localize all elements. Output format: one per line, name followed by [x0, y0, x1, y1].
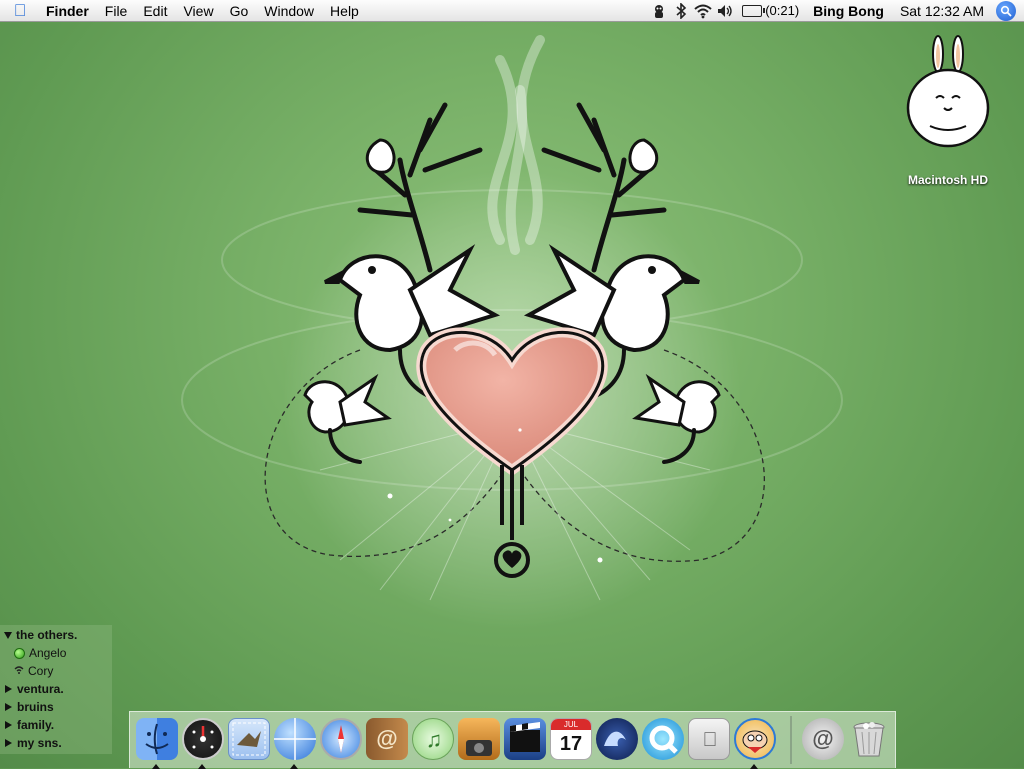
family-guy-running-indicator — [750, 764, 758, 769]
adium-duck-icon[interactable] — [648, 0, 670, 22]
group-label: the others. — [16, 628, 78, 642]
bluetooth-icon[interactable] — [670, 0, 692, 22]
group-label: my sns. — [17, 736, 62, 750]
network-globe-icon[interactable] — [274, 718, 316, 760]
spotlight-icon[interactable] — [996, 0, 1016, 21]
at-sign-icon: @ — [376, 726, 398, 751]
apple-menu-icon[interactable]:  — [0, 1, 40, 21]
macintosh-hd-label: Macintosh HD — [907, 173, 988, 187]
group-label: bruins — [17, 700, 54, 714]
menu-view[interactable]: View — [175, 0, 221, 22]
at-sign-icon: @ — [812, 726, 834, 751]
battery-status[interactable]: (0:21) — [736, 3, 805, 18]
imovie-icon[interactable] — [504, 718, 546, 760]
disclosure-closed-icon[interactable] — [5, 739, 12, 747]
disclosure-open-icon[interactable] — [4, 631, 12, 639]
quicktime-icon[interactable] — [642, 718, 684, 760]
available-status-icon — [14, 647, 25, 659]
menu-bar:  Finder File Edit View Go Window Help (… — [0, 0, 1024, 22]
mail-icon[interactable] — [228, 718, 270, 760]
apple-logo-icon:  — [689, 719, 731, 761]
buddy-name: Cory — [28, 664, 54, 678]
menu-finder[interactable]: Finder — [40, 0, 97, 22]
internet-connect-icon[interactable]: @ — [802, 718, 844, 760]
trash-icon[interactable] — [848, 718, 890, 760]
buddy-list-widget: the others. Angelo Cory ventura. bruins … — [0, 625, 112, 754]
disclosure-closed-icon[interactable] — [5, 703, 12, 711]
volume-icon[interactable] — [714, 0, 736, 22]
wave-app-icon[interactable] — [596, 718, 638, 760]
group-bruins[interactable]: bruins — [0, 698, 112, 716]
battery-icon — [742, 4, 766, 17]
buddy-name: Angelo — [29, 646, 67, 660]
buddy-angelo[interactable]: Angelo — [0, 644, 112, 662]
dock-separator — [790, 716, 792, 764]
menu-help[interactable]: Help — [322, 0, 367, 22]
iphoto-icon[interactable] — [458, 718, 500, 760]
wifi-icon[interactable] — [692, 0, 714, 22]
menubar-clock[interactable]: Sat 12:32 AM — [892, 3, 992, 19]
group-family[interactable]: family. — [0, 716, 112, 734]
menu-edit[interactable]: Edit — [135, 0, 175, 22]
ical-icon[interactable]: JUL 17 — [550, 718, 592, 760]
group-ventura[interactable]: ventura. — [0, 680, 112, 698]
dashboard-running-indicator — [198, 764, 206, 769]
finder-icon[interactable] — [136, 718, 178, 760]
fast-user-switch-name[interactable]: Bing Bong — [805, 3, 892, 19]
group-my-sns[interactable]: my sns. — [0, 734, 112, 752]
disclosure-closed-icon[interactable] — [5, 721, 12, 729]
itunes-icon[interactable]: ♫ — [412, 718, 454, 760]
family-guy-icon[interactable] — [734, 718, 776, 760]
wireless-status-icon — [14, 665, 24, 677]
calendar-month: JUL — [551, 719, 591, 730]
disclosure-closed-icon[interactable] — [5, 685, 12, 693]
macintosh-hd-desktop-icon[interactable]: Macintosh HD — [896, 34, 1000, 189]
safari-icon[interactable] — [320, 718, 362, 760]
calendar-day: 17 — [559, 733, 583, 755]
group-the-others[interactable]: the others. — [0, 626, 112, 644]
group-label: family. — [17, 718, 55, 732]
status-area: (0:21) Bing Bong Sat 12:32 AM — [648, 0, 1024, 22]
buddy-cory[interactable]: Cory — [0, 662, 112, 680]
menu-go[interactable]: Go — [222, 0, 257, 22]
menu-window[interactable]: Window — [256, 0, 322, 22]
bunny-drive-icon — [906, 35, 990, 148]
dashboard-icon[interactable] — [182, 718, 224, 760]
music-note-icon: ♫ — [425, 727, 443, 752]
battery-time: (0:21) — [765, 3, 800, 18]
finder-running-indicator — [152, 764, 160, 769]
address-book-icon[interactable]: @ — [366, 718, 408, 760]
network-running-indicator — [290, 764, 298, 769]
system-app-icon[interactable]:  — [688, 718, 730, 760]
menu-file[interactable]: File — [97, 0, 136, 22]
group-label: ventura. — [17, 682, 64, 696]
dock: @ ♫ JUL 17  @ — [129, 711, 896, 769]
wallpaper-artwork — [181, 35, 843, 630]
